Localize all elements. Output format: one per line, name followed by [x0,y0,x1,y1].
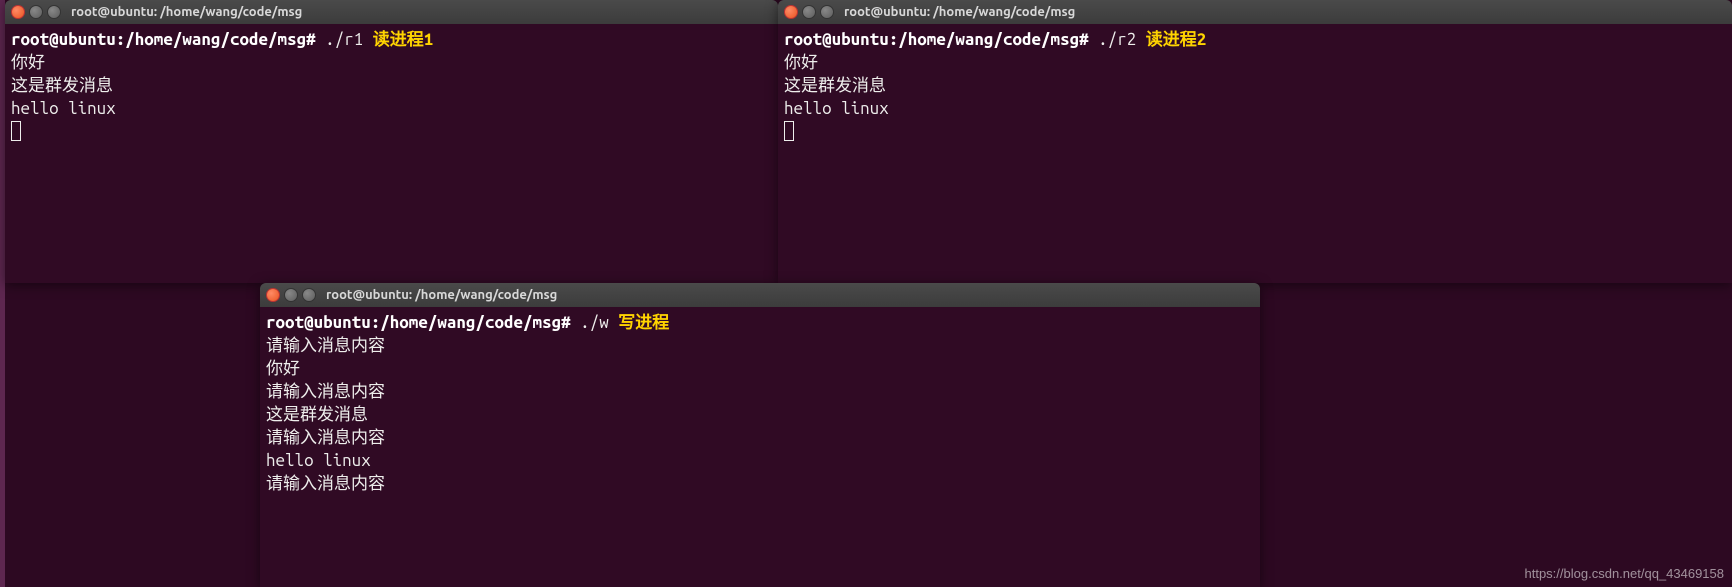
shell-prompt: root@ubuntu:/home/wang/code/msg# [784,30,1098,49]
output-line: 这是群发消息 [11,76,113,95]
output-line: 你好 [266,359,300,378]
titlebar[interactable]: root@ubuntu: /home/wang/code/msg [260,283,1260,307]
maximize-icon[interactable] [820,5,834,19]
output-line: hello linux [11,99,116,118]
minimize-icon[interactable] [29,5,43,19]
maximize-icon[interactable] [302,288,316,302]
annotation-label: 读进程1 [363,30,433,49]
cursor-icon [784,121,794,141]
output-line: 你好 [11,53,45,72]
window-controls [266,288,316,302]
annotation-label: 读进程2 [1136,30,1206,49]
cursor-icon [11,121,21,141]
terminal-window-reader1[interactable]: root@ubuntu: /home/wang/code/msg root@ub… [5,0,778,283]
terminal-window-reader2[interactable]: root@ubuntu: /home/wang/code/msg root@ub… [778,0,1732,283]
shell-command: ./w [580,313,609,332]
output-line: 请输入消息内容 [266,474,385,493]
shell-command: ./r2 [1098,30,1136,49]
output-line: 请输入消息内容 [266,382,385,401]
terminal-body[interactable]: root@ubuntu:/home/wang/code/msg# ./r1 读进… [5,24,778,147]
window-controls [784,5,834,19]
minimize-icon[interactable] [284,288,298,302]
terminal-window-writer[interactable]: root@ubuntu: /home/wang/code/msg root@ub… [260,283,1260,587]
output-line: hello linux [784,99,889,118]
close-icon[interactable] [11,5,25,19]
output-line: 这是群发消息 [266,405,368,424]
window-controls [11,5,61,19]
shell-prompt: root@ubuntu:/home/wang/code/msg# [11,30,325,49]
window-title: root@ubuntu: /home/wang/code/msg [71,5,302,19]
watermark-text: https://blog.csdn.net/qq_43469158 [1525,566,1725,581]
annotation-label: 写进程 [609,313,670,332]
window-title: root@ubuntu: /home/wang/code/msg [844,5,1075,19]
window-title: root@ubuntu: /home/wang/code/msg [326,288,557,302]
output-line: hello linux [266,451,371,470]
output-line: 请输入消息内容 [266,428,385,447]
titlebar[interactable]: root@ubuntu: /home/wang/code/msg [778,0,1732,24]
close-icon[interactable] [266,288,280,302]
shell-command: ./r1 [325,30,363,49]
titlebar[interactable]: root@ubuntu: /home/wang/code/msg [5,0,778,24]
shell-prompt: root@ubuntu:/home/wang/code/msg# [266,313,580,332]
close-icon[interactable] [784,5,798,19]
output-line: 这是群发消息 [784,76,886,95]
maximize-icon[interactable] [47,5,61,19]
terminal-body[interactable]: root@ubuntu:/home/wang/code/msg# ./w 写进程… [260,307,1260,499]
terminal-body[interactable]: root@ubuntu:/home/wang/code/msg# ./r2 读进… [778,24,1732,147]
output-line: 请输入消息内容 [266,336,385,355]
output-line: 你好 [784,53,818,72]
minimize-icon[interactable] [802,5,816,19]
